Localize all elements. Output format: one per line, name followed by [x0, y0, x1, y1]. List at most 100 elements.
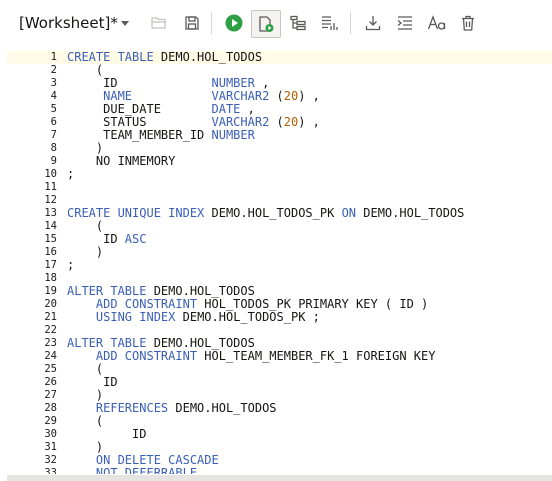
sql-token: ) , [298, 115, 320, 129]
line-number: 23 [44, 337, 57, 349]
horizontal-scrollbar[interactable] [7, 475, 552, 481]
line-number: 14 [44, 220, 57, 232]
line-number: 15 [44, 233, 57, 245]
sql-keyword: DATE [211, 102, 241, 116]
sql-keyword: ASC [124, 232, 147, 246]
sql-token: ( [67, 362, 104, 376]
sql-number: 20 [283, 89, 299, 103]
sql-keyword: VARCHAR2 [211, 115, 270, 129]
run-script-icon[interactable] [251, 10, 281, 38]
line-number: 18 [44, 272, 57, 284]
sql-keyword: CREATE TABLE [67, 50, 154, 64]
sql-token: HOL_TODOS_PK PRIMARY KEY ( ID ) [197, 297, 429, 311]
line-number: 5 [50, 103, 57, 115]
code-text: ; [67, 168, 74, 181]
text-case-icon[interactable] [426, 12, 448, 34]
line-number: 29 [44, 415, 57, 427]
format-icon[interactable] [394, 12, 416, 34]
line-number: 12 [44, 194, 57, 206]
line-number: 4 [50, 90, 57, 102]
line-number: 33 [44, 467, 57, 474]
sql-token: DUE_DATE [67, 102, 212, 116]
code-line[interactable]: 11 [7, 181, 552, 194]
sql-token: ID [67, 375, 118, 389]
line-number: 24 [44, 350, 57, 362]
chevron-down-icon[interactable] [118, 15, 132, 31]
line-number: 22 [44, 324, 57, 336]
sql-token: ( [269, 89, 284, 103]
sql-token: DEMO.HOL_TODOS [168, 401, 277, 415]
sql-keyword: NUMBER [211, 76, 255, 90]
sql-token: ID [67, 427, 147, 441]
sql-token: DEMO.HOL_TODOS_PK [204, 206, 342, 220]
sql-token: NO INMEMORY [67, 154, 176, 168]
sql-token: STATUS [67, 115, 212, 129]
line-number: 28 [44, 402, 57, 414]
line-number: 31 [44, 441, 57, 453]
code-line[interactable]: 21 USING INDEX DEMO.HOL_TODOS_PK ; [7, 311, 552, 324]
line-number: 13 [44, 207, 57, 219]
sql-token: , [254, 76, 270, 90]
autotrace-icon[interactable] [319, 12, 341, 34]
line-number: 27 [44, 389, 57, 401]
sql-token: DEMO.HOL_TODOS [146, 336, 255, 350]
code-line[interactable]: 17; [7, 259, 552, 272]
line-number: 19 [44, 285, 57, 297]
code-text: NOT DEFERRABLE [67, 466, 197, 475]
sql-token: , [240, 102, 255, 116]
sql-token: HOL_TEAM_MEMBER_FK_1 FOREIGN KEY [197, 349, 436, 363]
code-line[interactable]: 10; [7, 168, 552, 181]
download-icon[interactable] [362, 12, 384, 34]
line-number: 30 [44, 428, 57, 440]
sql-keyword: VARCHAR2 [211, 89, 270, 103]
line-number: 2 [50, 64, 57, 76]
sql-keyword: REFERENCES [95, 401, 169, 415]
sql-token: ) [67, 440, 104, 454]
code-text: CREATE UNIQUE INDEX DEMO.HOL_TODOS_PK ON… [67, 207, 464, 220]
line-number: 7 [50, 129, 57, 141]
sql-token: ) [67, 245, 104, 259]
sql-token: ID [67, 232, 125, 246]
sql-token: DEMO.HOL_TODOS [356, 206, 465, 220]
toolbar-divider [211, 12, 212, 34]
code-text: ; [67, 259, 74, 272]
line-number: 32 [44, 454, 57, 466]
toolbar-divider [350, 12, 351, 34]
sql-token: ( [67, 219, 104, 233]
sql-token: ) [67, 388, 104, 402]
clear-icon[interactable] [457, 12, 479, 34]
sql-token: DEMO.HOL_TODOS_PK ; [175, 310, 320, 324]
open-folder-icon[interactable] [148, 12, 170, 34]
line-number: 26 [44, 376, 57, 388]
worksheet-toolbar: [Worksheet]* [0, 0, 552, 46]
sql-keyword: CREATE UNIQUE INDEX [67, 206, 205, 220]
code-line[interactable]: 9 NO INMEMORY [7, 155, 552, 168]
worksheet-title[interactable]: [Worksheet]* [19, 14, 118, 32]
code-line[interactable]: 33 NOT DEFERRABLE [7, 466, 552, 475]
sql-editor[interactable]: 1 CREATE TABLE DEMO.HOL_TODOS 2 (3 ID NUMB… [7, 46, 552, 474]
sql-keyword: ADD CONSTRAINT [95, 297, 198, 311]
sql-token: ) , [298, 89, 320, 103]
save-icon[interactable] [181, 12, 203, 34]
sql-keyword: NAME [103, 89, 133, 103]
line-number: 1 [50, 51, 57, 63]
line-number: 25 [44, 363, 57, 375]
sql-keyword: NUMBER [211, 128, 255, 142]
line-number: 11 [44, 181, 57, 193]
sql-token: ; [67, 258, 75, 272]
code-line[interactable]: 16 ) [7, 246, 552, 259]
explain-plan-icon[interactable] [287, 12, 309, 34]
line-number: 6 [50, 116, 57, 128]
sql-token: ID [67, 76, 212, 90]
line-number: 10 [44, 168, 57, 180]
sql-token: ( [269, 115, 284, 129]
line-number: 16 [44, 246, 57, 258]
run-statement-icon[interactable] [223, 12, 245, 34]
